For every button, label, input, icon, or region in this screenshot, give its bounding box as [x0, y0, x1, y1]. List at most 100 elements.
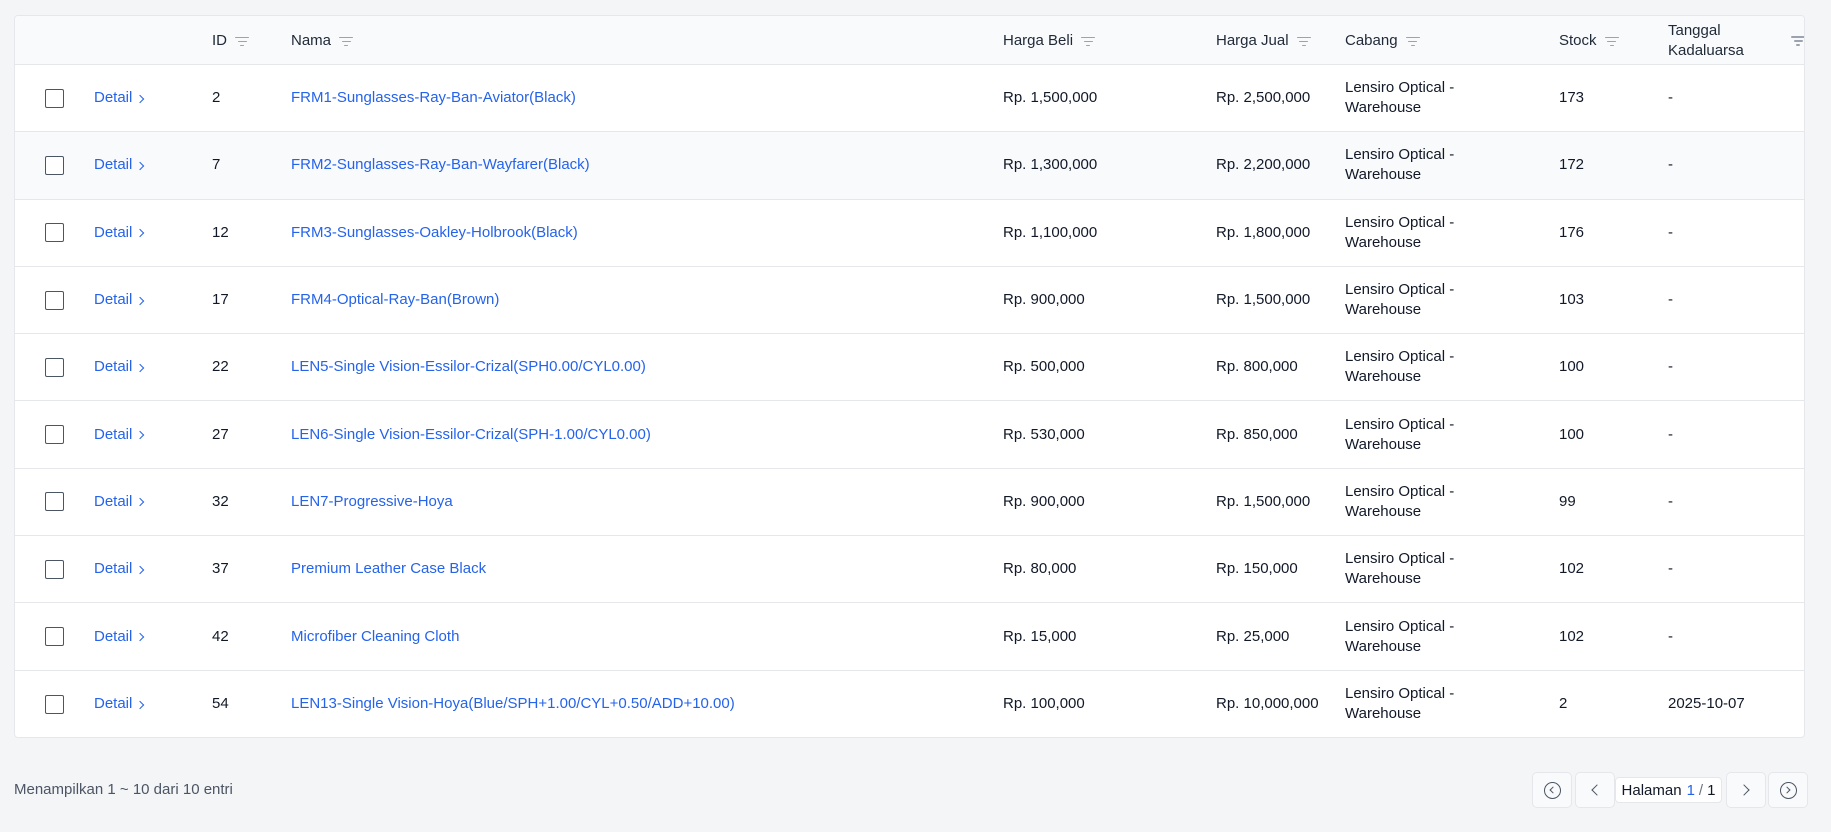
detail-link[interactable]: Detail	[94, 155, 145, 175]
column-header-label: Harga Jual	[1216, 31, 1289, 49]
cell-tanggal: -	[1668, 560, 1673, 578]
cell-stock: 100	[1559, 425, 1585, 443]
row-checkbox[interactable]	[45, 694, 64, 714]
product-name-link[interactable]: FRM4-Optical-Ray-Ban(Brown)	[291, 290, 499, 310]
row-checkbox[interactable]	[45, 425, 64, 445]
product-name-link[interactable]: FRM1-Sunglasses-Ray-Ban-Aviator(Black)	[291, 88, 576, 108]
cell-harga-jual: Rp. 850,000	[1216, 425, 1298, 443]
cell-stock: 102	[1559, 627, 1585, 645]
row-checkbox[interactable]	[45, 627, 64, 647]
detail-label: Detail	[94, 156, 133, 174]
column-header-stock[interactable]: Stock	[1559, 16, 1619, 65]
previous-page-button[interactable]	[1575, 772, 1615, 808]
row-checkbox[interactable]	[45, 223, 64, 243]
cell-cabang: Lensiro Optical - Warehouse	[1345, 213, 1455, 251]
detail-link[interactable]: Detail	[94, 290, 145, 310]
cell-stock: 173	[1559, 89, 1585, 107]
cell-id: 42	[212, 627, 229, 645]
filter-icon[interactable]	[339, 36, 354, 46]
filter-icon[interactable]	[1296, 36, 1311, 46]
product-name-link[interactable]: LEN7-Progressive-Hoya	[291, 492, 453, 512]
detail-label: Detail	[94, 627, 133, 645]
cell-tanggal: -	[1668, 291, 1673, 309]
product-name-link[interactable]: LEN5-Single Vision-Essilor-Crizal(SPH0.0…	[291, 357, 646, 377]
filter-icon[interactable]	[235, 36, 249, 46]
cell-tanggal: -	[1668, 358, 1673, 376]
filter-icon[interactable]	[1604, 36, 1619, 46]
last-page-button[interactable]	[1768, 772, 1808, 808]
filter-icon[interactable]	[1791, 35, 1804, 46]
cell-harga-jual: Rp. 1,500,000	[1216, 291, 1311, 309]
detail-link[interactable]: Detail	[94, 425, 145, 445]
row-checkbox[interactable]	[45, 559, 64, 579]
page-separator: /	[1698, 781, 1704, 799]
next-page-button[interactable]	[1726, 772, 1766, 808]
table-header: ID Nama Harga Beli Harga Jual Cabang Sto…	[15, 16, 1804, 65]
detail-link[interactable]: Detail	[94, 492, 145, 512]
table-row: Detail 2 FRM1-Sunglasses-Ray-Ban-Aviator(B…	[15, 65, 1804, 133]
detail-link[interactable]: Detail	[94, 627, 145, 647]
detail-label: Detail	[94, 223, 133, 241]
column-header-harga-jual[interactable]: Harga Jual	[1216, 16, 1311, 65]
double-chevron-left-icon	[1543, 781, 1561, 799]
total-pages: 1	[1707, 781, 1716, 799]
detail-link[interactable]: Detail	[94, 88, 145, 108]
row-checkbox[interactable]	[45, 155, 64, 175]
cell-id: 12	[212, 223, 229, 241]
row-checkbox[interactable]	[45, 290, 64, 310]
column-header-tanggal-kadaluarsa[interactable]: Tanggal Kadaluarsa	[1668, 16, 1804, 65]
cell-harga-beli: Rp. 900,000	[1003, 291, 1085, 309]
product-name-link[interactable]: FRM2-Sunglasses-Ray-Ban-Wayfarer(Black)	[291, 155, 590, 175]
detail-link[interactable]: Detail	[94, 559, 145, 579]
chevron-right-icon	[136, 363, 145, 373]
column-header-harga-beli[interactable]: Harga Beli	[1003, 16, 1096, 65]
cell-id: 37	[212, 560, 229, 578]
filter-icon[interactable]	[1405, 36, 1420, 46]
table-row: Detail 54 LEN13-Single Vision-Hoya(Blue/SP…	[15, 671, 1804, 737]
cell-cabang: Lensiro Optical - Warehouse	[1345, 146, 1455, 184]
cell-tanggal: -	[1668, 223, 1673, 241]
cell-cabang: Lensiro Optical - Warehouse	[1345, 482, 1455, 520]
cell-stock: 99	[1559, 492, 1576, 510]
cell-harga-beli: Rp. 500,000	[1003, 358, 1085, 376]
detail-label: Detail	[94, 89, 133, 107]
cell-harga-beli: Rp. 1,500,000	[1003, 89, 1098, 107]
cell-harga-beli: Rp. 900,000	[1003, 492, 1085, 510]
column-header-label: Stock	[1559, 31, 1597, 49]
product-name-link[interactable]: LEN13-Single Vision-Hoya(Blue/SPH+1.00/C…	[291, 694, 735, 714]
row-checkbox[interactable]	[45, 492, 64, 512]
row-checkbox[interactable]	[45, 88, 64, 108]
detail-link[interactable]: Detail	[94, 357, 145, 377]
cell-stock: 100	[1559, 358, 1585, 376]
cell-cabang: Lensiro Optical - Warehouse	[1345, 415, 1455, 453]
page-label: Halaman	[1621, 781, 1682, 799]
detail-link[interactable]: Detail	[94, 223, 145, 243]
cell-cabang: Lensiro Optical - Warehouse	[1345, 79, 1455, 117]
product-name-link[interactable]: Microfiber Cleaning Cloth	[291, 627, 459, 647]
cell-stock: 102	[1559, 560, 1585, 578]
cell-harga-jual: Rp. 1,800,000	[1216, 223, 1311, 241]
cell-cabang: Lensiro Optical - Warehouse	[1345, 617, 1455, 655]
product-name-link[interactable]: LEN6-Single Vision-Essilor-Crizal(SPH-1.…	[291, 425, 651, 445]
cell-cabang: Lensiro Optical - Warehouse	[1345, 550, 1455, 588]
chevron-left-icon	[1591, 784, 1603, 796]
product-name-link[interactable]: Premium Leather Case Black	[291, 559, 486, 579]
column-header-cabang[interactable]: Cabang	[1345, 16, 1420, 65]
chevron-right-icon	[136, 161, 145, 171]
detail-link[interactable]: Detail	[94, 694, 145, 714]
cell-stock: 103	[1559, 291, 1585, 309]
first-page-button[interactable]	[1532, 772, 1572, 808]
cell-stock: 176	[1559, 223, 1585, 241]
product-name-link[interactable]: FRM3-Sunglasses-Oakley-Holbrook(Black)	[291, 223, 578, 243]
table-row: Detail 22 LEN5-Single Vision-Essilor-Criza…	[15, 334, 1804, 402]
cell-cabang: Lensiro Optical - Warehouse	[1345, 685, 1455, 723]
filter-icon[interactable]	[1081, 36, 1096, 46]
column-header-id[interactable]: ID	[212, 16, 249, 65]
row-checkbox[interactable]	[45, 357, 64, 377]
table-row: Detail 32 LEN7-Progressive-Hoya Rp. 900,000…	[15, 469, 1804, 537]
cell-tanggal: -	[1668, 627, 1673, 645]
chevron-right-icon	[136, 700, 145, 710]
column-header-nama[interactable]: Nama	[291, 16, 354, 65]
detail-label: Detail	[94, 695, 133, 713]
cell-harga-jual: Rp. 2,500,000	[1216, 89, 1311, 107]
